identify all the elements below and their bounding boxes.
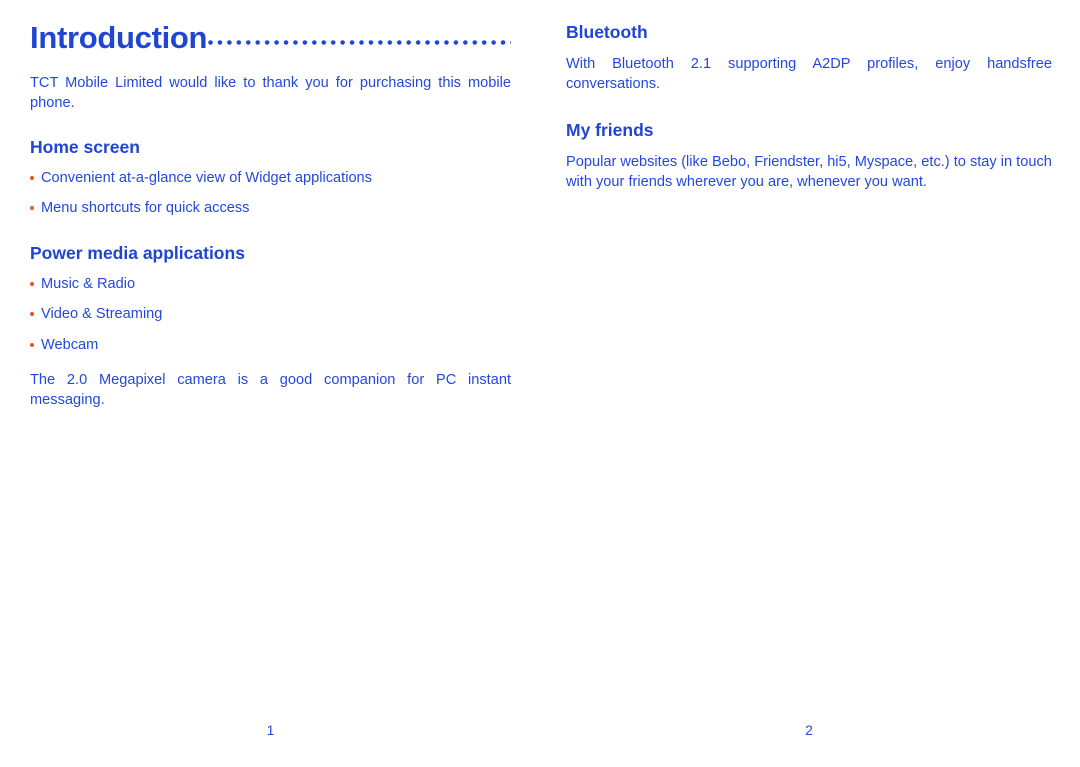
left-page-content: Introduction TCT Mobile Limited would li… <box>30 22 511 410</box>
list-item: Video & Streaming <box>30 305 511 325</box>
my-friends-paragraph: Popular websites (like Bebo, Friendster,… <box>566 154 1052 191</box>
section-home-screen: Home screen Convenient at-a-glance view … <box>30 137 511 219</box>
bullet-list-home-screen: Convenient at-a-glance view of Widget ap… <box>30 169 511 219</box>
bullet-dot-icon <box>30 312 34 317</box>
list-item-label: Video & Streaming <box>41 306 163 323</box>
document-page: Introduction TCT Mobile Limited would li… <box>0 0 1080 767</box>
section-heading-power-media-applications: Power media applications <box>30 242 245 263</box>
camera-paragraph: The 2.0 Megapixel camera is a good compa… <box>30 371 511 408</box>
section-my-friends: My friends Popular websites (like Bebo, … <box>566 120 1052 192</box>
list-item: Menu shortcuts for quick access <box>30 199 511 219</box>
section-heading-bluetooth: Bluetooth <box>566 22 648 42</box>
bullet-dot-icon <box>30 342 34 347</box>
bullet-list-power-media: Music & Radio Video & Streaming Webcam <box>30 275 511 356</box>
section-heading-my-friends: My friends <box>566 120 654 141</box>
right-page-column: Bluetooth With Bluetooth 2.1 supporting … <box>566 0 1052 767</box>
right-page-content: Bluetooth With Bluetooth 2.1 supporting … <box>566 22 1052 193</box>
section-heading-home-screen: Home screen <box>30 136 140 157</box>
list-item-label: Menu shortcuts for quick access <box>41 200 250 217</box>
bullet-dot-icon <box>30 206 34 211</box>
list-item-label: Music & Radio <box>41 275 136 292</box>
left-page-column: Introduction TCT Mobile Limited would li… <box>30 0 511 767</box>
list-item-label: Webcam <box>41 336 99 353</box>
list-item: Webcam <box>30 336 511 356</box>
page-number-left: 1 <box>266 722 275 738</box>
bullet-dot-icon <box>30 281 34 286</box>
bluetooth-paragraph: With Bluetooth 2.1 supporting A2DP profi… <box>566 56 1052 93</box>
list-item-label: Convenient at-a-glance view of Widget ap… <box>41 169 372 186</box>
section-power-media-applications: Power media applications Music & Radio V… <box>30 243 511 410</box>
section-bluetooth: Bluetooth With Bluetooth 2.1 supporting … <box>566 22 1052 94</box>
chapter-title-row: Introduction <box>30 22 511 55</box>
page-title: Introduction <box>30 22 208 55</box>
dotted-leader <box>208 30 511 48</box>
bullet-dot-icon <box>30 175 34 180</box>
list-item: Music & Radio <box>30 275 511 295</box>
page-number-right: 2 <box>805 722 813 738</box>
intro-paragraph: TCT Mobile Limited would like to thank y… <box>30 74 511 111</box>
list-item: Convenient at-a-glance view of Widget ap… <box>30 169 511 189</box>
